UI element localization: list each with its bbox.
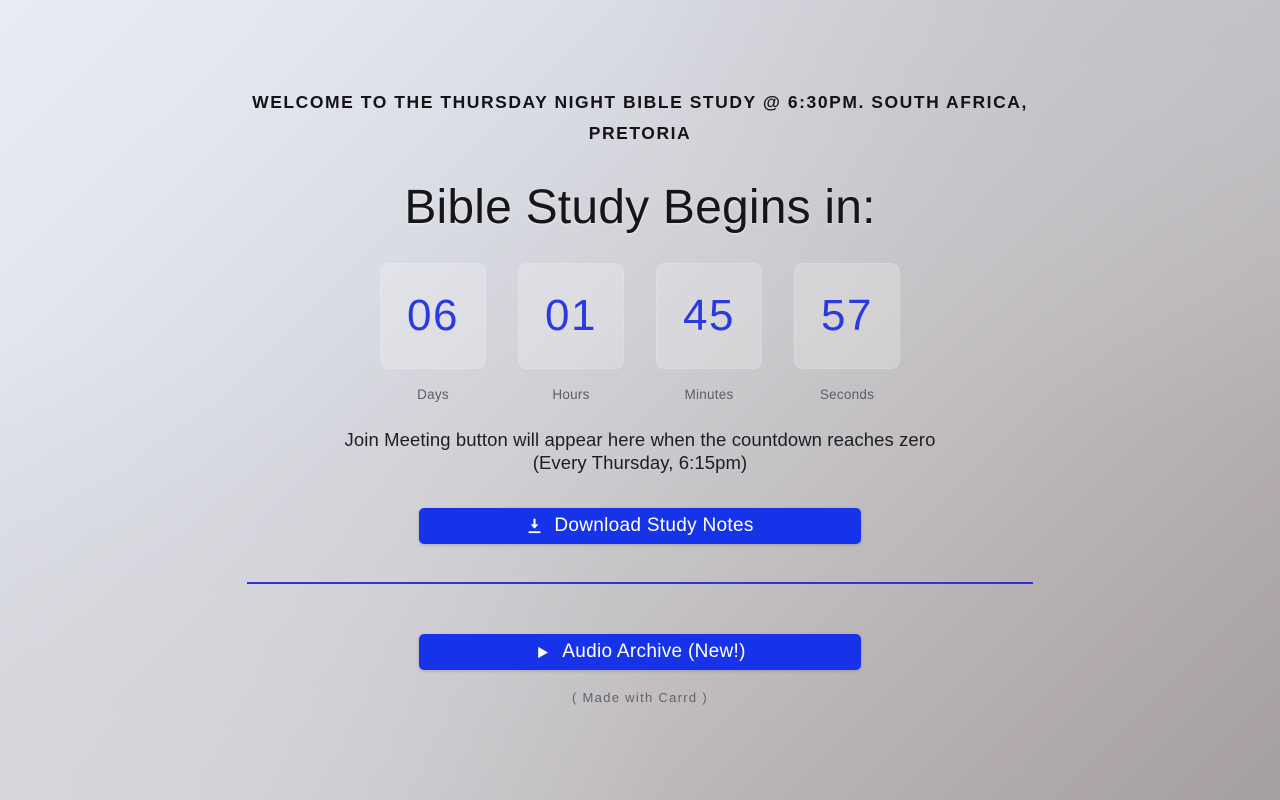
countdown-label-minutes: Minutes — [684, 387, 734, 403]
countdown-unit-hours: 01 Hours — [518, 263, 624, 402]
countdown-note: Join Meeting button will appear here whe… — [260, 428, 1020, 474]
audio-archive-label: Audio Archive (New!) — [562, 641, 746, 663]
content-column: Welcome to the Thursday Night Bible Stud… — [247, 0, 1033, 705]
countdown-timer: 06 Days 01 Hours 45 Minutes 57 Seconds — [380, 263, 900, 402]
countdown-box-days: 06 — [380, 263, 486, 370]
countdown-note-line-1: Join Meeting button will appear here whe… — [344, 429, 936, 451]
countdown-unit-minutes: 45 Minutes — [656, 263, 762, 402]
countdown-box-hours: 01 — [518, 263, 624, 370]
countdown-note-line-2: (Every Thursday, 6:15pm) — [532, 452, 748, 474]
countdown-unit-seconds: 57 Seconds — [794, 263, 900, 402]
page-root: Welcome to the Thursday Night Bible Stud… — [0, 0, 1280, 800]
page-title: Bible Study Begins in: — [404, 181, 876, 234]
countdown-label-days: Days — [417, 387, 449, 403]
countdown-box-minutes: 45 — [656, 263, 762, 370]
countdown-value-days: 06 — [407, 291, 459, 341]
download-study-notes-label: Download Study Notes — [554, 515, 754, 537]
download-icon — [526, 518, 543, 535]
countdown-label-hours: Hours — [552, 387, 590, 403]
countdown-value-hours: 01 — [545, 291, 597, 341]
countdown-label-seconds: Seconds — [819, 387, 875, 403]
countdown-value-minutes: 45 — [683, 291, 735, 341]
countdown-value-seconds: 57 — [821, 291, 873, 341]
play-icon — [534, 644, 551, 661]
section-divider — [247, 582, 1033, 585]
made-with-carrd-credit[interactable]: ( Made with Carrd ) — [572, 690, 708, 705]
countdown-box-seconds: 57 — [794, 263, 900, 370]
countdown-unit-days: 06 Days — [380, 263, 486, 402]
audio-archive-button[interactable]: Audio Archive (New!) — [419, 634, 861, 671]
welcome-headline: Welcome to the Thursday Night Bible Stud… — [252, 92, 1028, 143]
download-study-notes-button[interactable]: Download Study Notes — [419, 508, 861, 545]
